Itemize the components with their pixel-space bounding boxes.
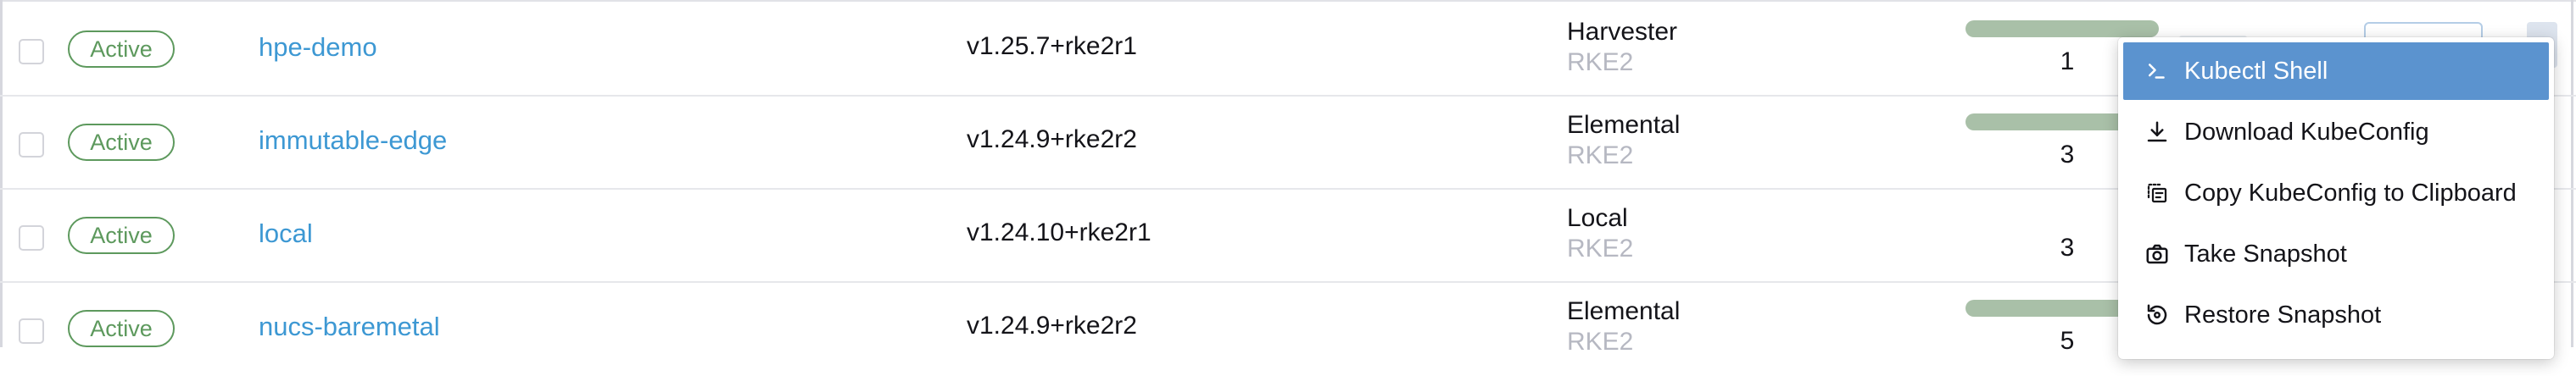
table-top-border <box>0 0 2576 2</box>
download-icon <box>2140 115 2174 149</box>
distro: RKE2 <box>1567 48 1634 76</box>
copy-icon <box>2140 176 2174 210</box>
menu-item-label: Download KubeConfig <box>2184 118 2429 146</box>
node-count: 1 <box>2060 47 2075 75</box>
kubernetes-version: v1.24.9+rke2r2 <box>967 312 1137 340</box>
status-badge: Active <box>68 217 175 254</box>
distro: RKE2 <box>1567 141 1634 169</box>
menu-item-label: Copy KubeConfig to Clipboard <box>2184 179 2517 207</box>
kubernetes-version: v1.24.10+rke2r1 <box>967 218 1151 246</box>
provider: Local <box>1567 204 1628 232</box>
restore-icon <box>2140 298 2174 332</box>
cluster-name-link[interactable]: nucs-baremetal <box>259 312 440 342</box>
distro: RKE2 <box>1567 235 1634 263</box>
menu-item-label: Kubectl Shell <box>2184 57 2328 85</box>
cluster-name-link[interactable]: local <box>259 218 313 249</box>
row-checkbox[interactable] <box>19 225 44 251</box>
provider: Elemental <box>1567 297 1681 325</box>
menu-item-label: Restore Snapshot <box>2184 301 2382 329</box>
node-count: 5 <box>2060 327 2075 355</box>
status-badge: Active <box>68 310 175 347</box>
status-badge: Active <box>68 30 175 68</box>
row-checkbox[interactable] <box>19 39 44 64</box>
node-progress-bar <box>1965 20 2159 37</box>
status-badge: Active <box>68 124 175 161</box>
cluster-actions-menu: Kubectl Shell Download KubeConfig Copy K… <box>2118 37 2554 359</box>
cluster-name-link[interactable]: immutable-edge <box>259 125 447 156</box>
provider: Harvester <box>1567 18 1678 46</box>
menu-item-copy-kubeconfig[interactable]: Copy KubeConfig to Clipboard <box>2123 164 2549 222</box>
menu-item-download-kubeconfig[interactable]: Download KubeConfig <box>2123 103 2549 161</box>
node-count: 3 <box>2060 234 2075 262</box>
row-checkbox[interactable] <box>19 318 44 344</box>
menu-item-take-snapshot[interactable]: Take Snapshot <box>2123 225 2549 283</box>
distro: RKE2 <box>1567 328 1634 356</box>
kubernetes-version: v1.25.7+rke2r1 <box>967 32 1137 60</box>
menu-item-label: Take Snapshot <box>2184 240 2347 268</box>
menu-item-restore-snapshot[interactable]: Restore Snapshot <box>2123 286 2549 344</box>
camera-icon <box>2140 237 2174 271</box>
terminal-icon <box>2140 54 2174 88</box>
cluster-name-link[interactable]: hpe-demo <box>259 32 377 63</box>
menu-item-kubectl-shell[interactable]: Kubectl Shell <box>2123 42 2549 100</box>
kubernetes-version: v1.24.9+rke2r2 <box>967 125 1137 153</box>
provider: Elemental <box>1567 111 1681 139</box>
node-count: 3 <box>2060 141 2075 169</box>
row-checkbox[interactable] <box>19 132 44 158</box>
